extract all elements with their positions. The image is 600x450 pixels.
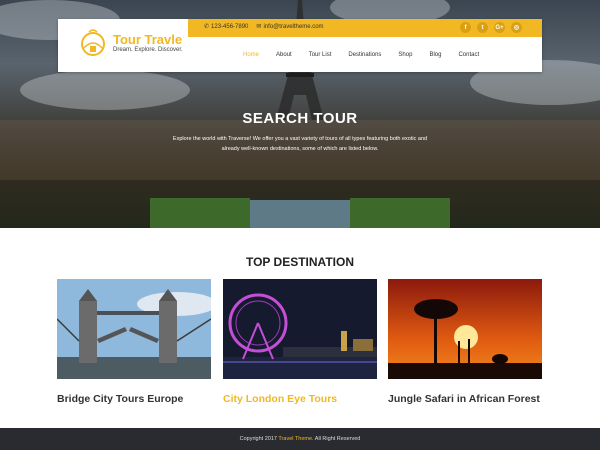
hero-title: SEARCH TOUR [242,110,358,127]
phone-icon: ✆ [204,24,210,30]
phone-number: 123-456-7890 [211,24,249,30]
footer-brand-link[interactable]: Travel Theme. [278,436,313,442]
tower-bridge-image[interactable] [56,279,217,379]
destination-title[interactable]: Bridge City Tours Europe [57,393,211,405]
copyright-suffix: All Right Reserved [314,436,361,442]
destination-card[interactable]: Bridge City Tours Europe [56,279,217,405]
nav-item-blog[interactable]: Blog [429,52,441,58]
email-contact[interactable]: ✉ info@traveltheme.com [256,23,323,30]
twitter-icon[interactable]: t [477,22,488,33]
dribbble-icon[interactable]: ◎ [511,22,522,33]
nav-item-tour-list[interactable]: Tour List [309,52,332,58]
hero-cloud [20,70,190,110]
site-footer: Copyright 2017 Travel Theme. All Right R… [0,428,600,450]
social-links: f t G+ ◎ [460,22,522,33]
london-eye-image[interactable] [223,279,377,379]
logo-globe-icon [81,29,105,56]
safari-sunset-image[interactable] [388,279,542,379]
destination-card[interactable]: Jungle Safari in African Forest [388,279,542,405]
copyright-prefix: Copyright 2017 [239,436,277,442]
nav-item-about[interactable]: About [276,52,292,58]
phone-contact[interactable]: ✆ 123-456-7890 [204,23,248,30]
site-logo[interactable]: Tour Travle Dream. Explore. Discover. [78,28,183,58]
section-heading: TOP DESTINATION [245,255,354,269]
nav-item-shop[interactable]: Shop [398,52,412,58]
destination-title[interactable]: Jungle Safari in African Forest [388,393,542,405]
lawn-left [150,198,250,228]
fountain-pool [250,200,350,228]
top-info-bar: ✆ 123-456-7890 ✉ info@traveltheme.com f t … [188,19,542,37]
google-plus-icon[interactable]: G+ [494,22,505,33]
lawn-right [350,198,450,228]
nav-item-contact[interactable]: Contact [458,52,479,58]
hero-subtitle: Explore the world with Traverse! We offe… [172,136,428,152]
contact-info: ✆ 123-456-7890 ✉ info@traveltheme.com [204,23,324,30]
mail-icon: ✉ [256,24,262,30]
main-nav: Home About Tour List Destinations Shop B… [243,52,496,58]
logo-title: Tour Travle [113,32,183,47]
site-header: ✆ 123-456-7890 ✉ info@traveltheme.com f t … [58,19,542,72]
destination-card[interactable]: City London Eye Tours [223,279,377,405]
nav-item-home[interactable]: Home [243,52,259,58]
facebook-icon[interactable]: f [460,22,471,33]
nav-item-destinations[interactable]: Destinations [348,52,381,58]
logo-tagline: Dream. Explore. Discover. [113,47,183,53]
email-address: info@traveltheme.com [263,24,324,30]
destination-title[interactable]: City London Eye Tours [223,393,377,405]
